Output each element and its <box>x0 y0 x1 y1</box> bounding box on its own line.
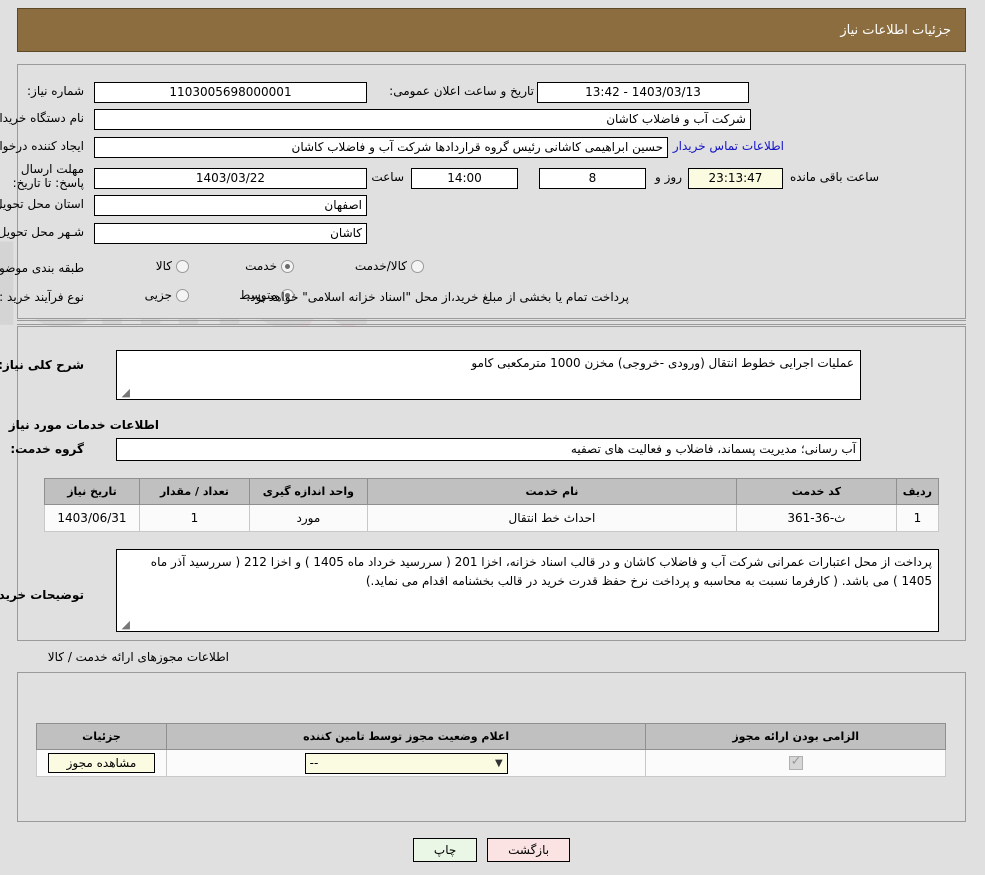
process-label: نوع فرآیند خرید : <box>0 290 85 304</box>
resize-grip-icon[interactable]: ◢ <box>121 619 131 630</box>
col-row: ردیف <box>896 478 941 505</box>
process-radio-jozei-icon[interactable] <box>177 288 190 302</box>
buyer-org-value: شرکت آب و فاضلاب کاشان <box>95 109 752 130</box>
buyer-contact-link[interactable]: اطلاعات تماس خریدار <box>674 139 785 153</box>
payment-note: پرداخت تمام یا بخشی از مبلغ خرید،از محل … <box>247 290 630 304</box>
col-name: نام خدمت <box>367 478 739 505</box>
service-group-value: آب رسانی؛ مدیریت پسماند، فاضلاب و فعالیت… <box>117 438 862 461</box>
province-value: اصفهان <box>95 195 368 216</box>
footer-actions: بازگشت چاپ <box>0 838 985 862</box>
deadline-hour: 14:00 <box>412 168 519 189</box>
remaining-days-label: روز و <box>656 170 683 184</box>
buyer-notes-label: توضیحات خریدار: <box>0 588 85 602</box>
buyer-notes-value[interactable]: پرداخت از محل اعتبارات عمرانی شرکت آب و … <box>117 549 940 632</box>
general-description-value[interactable]: عملیات اجرایی خطوط انتقال (ورودی -خروجی)… <box>117 350 862 400</box>
services-section-title: اطلاعات خدمات مورد نیاز <box>9 418 160 432</box>
chevron-down-icon: ▼ <box>495 757 504 769</box>
buyer-org-label: نام دستگاه خریدار: <box>0 111 85 125</box>
resize-grip-icon[interactable]: ◢ <box>121 387 131 398</box>
remaining-time-value: 23:13:47 <box>689 168 784 189</box>
buyer-notes-text: پرداخت از محل اعتبارات عمرانی شرکت آب و … <box>151 555 933 588</box>
cell-code: ث-36-361 <box>737 504 898 532</box>
process-option-jozei-label: جزیی <box>145 288 173 302</box>
category-option-kala-khedmat[interactable]: کالا/خدمت <box>356 259 425 273</box>
cell-permit-status: ▼ -- <box>166 749 648 777</box>
services-table: ردیف کد خدمت نام خدمت واحد اندازه گیری ت… <box>45 478 941 532</box>
category-option-khedmat-label: خدمت <box>246 259 278 273</box>
cell-quantity: 1 <box>139 504 251 532</box>
remaining-time-label: ساعت باقی مانده <box>790 170 880 184</box>
cell-date: 1403/06/31 <box>45 504 141 532</box>
deadline-date: 1403/03/22 <box>95 168 368 189</box>
announce-label: تاریخ و ساعت اعلان عمومی: <box>390 84 535 98</box>
permit-required-checkbox <box>789 754 804 771</box>
col-date: تاریخ نیاز <box>45 478 141 505</box>
need-number-label: شماره نیاز: <box>28 84 85 98</box>
province-label: استان محل تحویل: <box>0 197 85 211</box>
print-button[interactable]: چاپ <box>413 838 479 862</box>
announce-value: 1403/03/13 - 13:42 <box>538 82 750 103</box>
permit-status-value: -- <box>310 756 320 770</box>
page-root: AriaTender.net جزئیات اطلاعات نیاز شماره… <box>0 0 985 875</box>
category-radio-kala-icon[interactable] <box>177 259 190 273</box>
page-title-bar: جزئیات اطلاعات نیاز <box>18 8 967 52</box>
city-label: شـهر محل تحویل: <box>0 225 85 239</box>
page-title: جزئیات اطلاعات نیاز <box>841 22 952 38</box>
category-option-kala-label: کالا <box>156 259 173 273</box>
col-unit: واحد اندازه گیری <box>249 478 369 505</box>
service-group-label: گروه خدمت: <box>11 442 85 456</box>
col-permit-details: جزئیات <box>37 723 168 750</box>
cell-name: احداث خط انتقال <box>367 504 739 532</box>
need-number-value: 1103005698000001 <box>95 82 368 103</box>
creator-label: ایجاد کننده درخواست: <box>0 139 85 153</box>
view-permit-button[interactable]: مشاهده مجوز <box>48 753 157 773</box>
cell-permit-required <box>646 749 947 777</box>
category-radio-khedmat-icon[interactable] <box>282 259 295 273</box>
permit-status-select[interactable]: ▼ -- <box>305 752 509 774</box>
services-table-header-row: ردیف کد خدمت نام خدمت واحد اندازه گیری ت… <box>45 478 941 505</box>
permits-section-title: اطلاعات مجوزهای ارائه خدمت / کالا <box>48 650 230 664</box>
table-row: 1 ث-36-361 احداث خط انتقال مورد 1 1403/0… <box>45 504 941 532</box>
col-permit-status: اعلام وضعیت مجوز توسط تامین کننده <box>166 723 648 750</box>
category-radio-kala-khedmat-icon[interactable] <box>412 259 425 273</box>
category-option-kala[interactable]: کالا <box>157 259 190 273</box>
deadline-label: مهلت ارسال پاسخ: تا تاریخ: <box>13 162 85 190</box>
general-description-label: شرح کلی نیاز: <box>0 358 85 372</box>
city-value: کاشان <box>95 223 368 244</box>
remaining-days-value: 8 <box>540 168 647 189</box>
col-permit-required: الزامی بودن ارائه مجوز <box>646 723 947 750</box>
cell-unit: مورد <box>249 504 369 532</box>
permits-table-header-row: الزامی بودن ارائه مجوز اعلام وضعیت مجوز … <box>37 723 947 750</box>
category-label: طبقه بندی موضوعی: <box>0 261 85 275</box>
back-button[interactable]: بازگشت <box>488 838 572 862</box>
general-description-text: عملیات اجرایی خطوط انتقال (ورودی -خروجی)… <box>472 356 855 370</box>
table-row: ▼ -- مشاهده مجوز <box>37 749 947 777</box>
cell-permit-details: مشاهده مجوز <box>37 749 168 777</box>
cell-row: 1 <box>896 504 941 532</box>
permits-table: الزامی بودن ارائه مجوز اعلام وضعیت مجوز … <box>37 723 947 777</box>
col-quantity: تعداد / مقدار <box>139 478 251 505</box>
col-code: کد خدمت <box>737 478 898 505</box>
deadline-hour-label: ساعت <box>372 170 405 184</box>
process-option-jozei[interactable]: جزیی <box>146 288 190 302</box>
category-option-kala-khedmat-label: کالا/خدمت <box>355 259 408 273</box>
category-option-khedmat[interactable]: خدمت <box>246 259 295 273</box>
creator-value: حسین ابراهیمی کاشانی رئیس گروه قراردادها… <box>95 137 669 158</box>
